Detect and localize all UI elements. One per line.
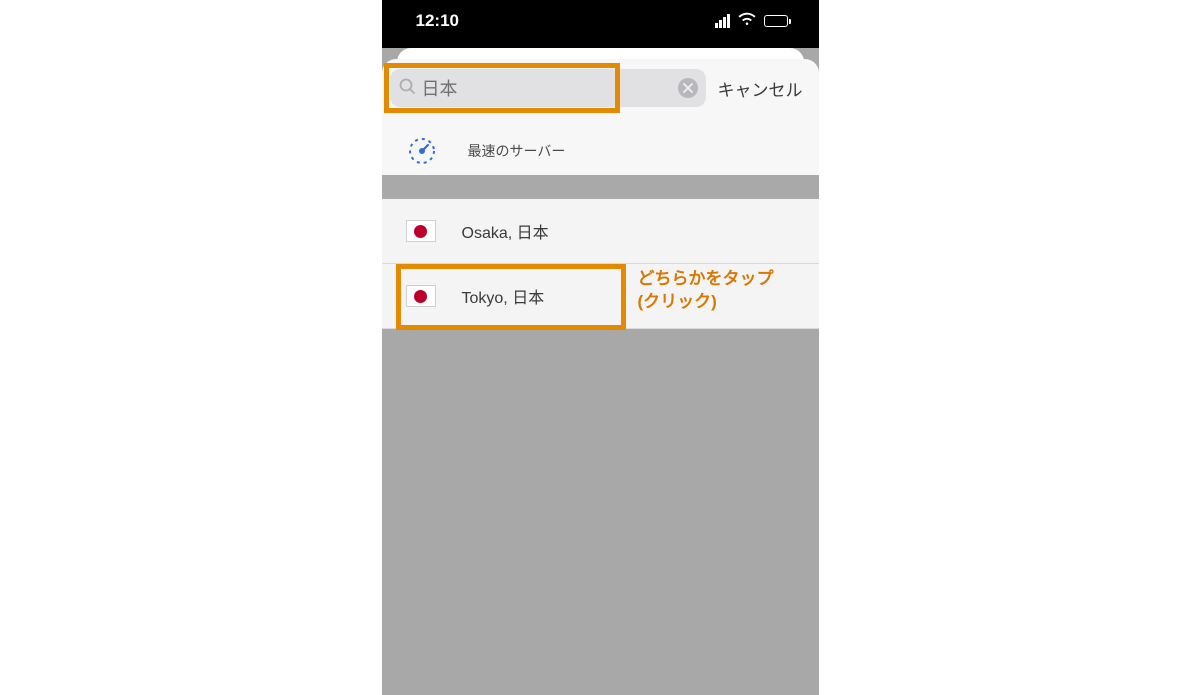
wifi-icon: [738, 11, 756, 31]
search-panel: 日本 キャンセル 最速のサーバー: [382, 59, 819, 175]
fastest-server-label: 最速のサーバー: [468, 141, 566, 161]
annotation-text: どちらかをタップ (クリック): [638, 268, 774, 314]
phone-screen: 12:10 日本 キャンセル: [382, 0, 819, 695]
clear-search-button[interactable]: [678, 78, 698, 98]
search-input[interactable]: 日本: [390, 69, 706, 107]
status-time: 12:10: [416, 11, 459, 31]
search-row: 日本 キャンセル: [382, 59, 819, 117]
result-label: Tokyo, 日本: [462, 284, 545, 308]
fastest-server-row[interactable]: 最速のサーバー: [382, 117, 819, 175]
search-value: 日本: [422, 75, 672, 101]
flag-japan-icon: [406, 220, 436, 242]
flag-japan-icon: [406, 285, 436, 307]
annotation-line-2: (クリック): [638, 292, 717, 311]
cancel-button[interactable]: キャンセル: [714, 76, 807, 101]
separator-strip: [382, 175, 819, 199]
gauge-icon: [406, 135, 438, 167]
status-right: [715, 11, 791, 31]
results-list: Osaka, 日本 Tokyo, 日本 どちらかをタップ (クリック): [382, 199, 819, 329]
annotation-line-1: どちらかをタップ: [638, 269, 774, 288]
result-row-osaka[interactable]: Osaka, 日本: [382, 199, 819, 264]
battery-icon: [764, 15, 791, 27]
search-icon: [398, 77, 416, 100]
result-label: Osaka, 日本: [462, 219, 549, 243]
result-row-tokyo[interactable]: Tokyo, 日本 どちらかをタップ (クリック): [382, 264, 819, 329]
signal-icon: [715, 14, 730, 28]
status-bar: 12:10: [382, 0, 819, 48]
